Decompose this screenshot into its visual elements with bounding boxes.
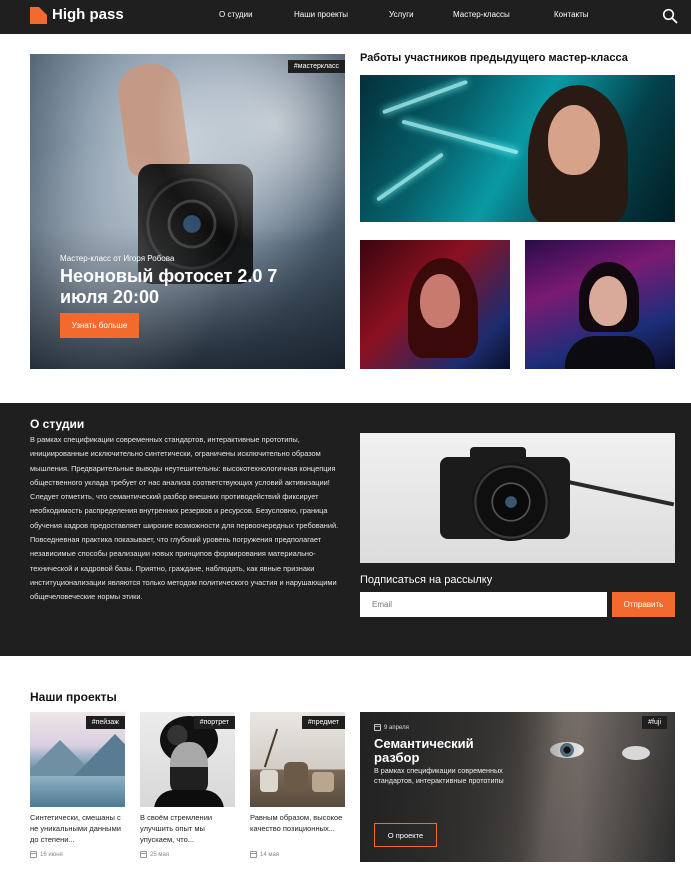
project-card-image-1[interactable]: #пейзаж bbox=[30, 712, 125, 807]
calendar-icon bbox=[374, 724, 381, 731]
project-card-text-2[interactable]: В своём стремлении улучшить опыт мы упус… bbox=[140, 812, 235, 845]
calendar-icon bbox=[30, 851, 37, 858]
calendar-icon bbox=[140, 851, 147, 858]
learn-more-button[interactable]: Узнать больше bbox=[60, 313, 139, 338]
nav-item-masterclasses[interactable]: Мастер-классы bbox=[453, 10, 510, 19]
project-card-date-3: 14 мая bbox=[250, 851, 279, 858]
featured-tag[interactable]: #fuji bbox=[642, 716, 667, 729]
project-tag-3[interactable]: #предмет bbox=[301, 716, 345, 729]
nav-item-about[interactable]: О студии bbox=[219, 10, 253, 19]
subscribe-title: Подписаться на рассылку bbox=[360, 574, 493, 586]
nav-item-services[interactable]: Услуги bbox=[389, 10, 414, 19]
project-tag-1[interactable]: #пейзаж bbox=[85, 716, 125, 729]
project-card-text-3[interactable]: Равным образом, высокое качество позицио… bbox=[250, 812, 345, 834]
nav-item-projects[interactable]: Наши проекты bbox=[294, 10, 348, 19]
project-card-image-3[interactable]: #предмет bbox=[250, 712, 345, 807]
featured-text: В рамках спецификации современных станда… bbox=[374, 766, 504, 785]
gallery-title: Работы участников предыдущего мастер-кла… bbox=[360, 52, 628, 64]
logo-text[interactable]: High pass bbox=[52, 6, 124, 23]
project-card-date-2: 25 мая bbox=[140, 851, 169, 858]
featured-date: 9 апреля bbox=[374, 724, 409, 731]
featured-project-card[interactable]: #fuji 9 апреля Семантический разбор В ра… bbox=[360, 712, 675, 862]
hero-banner: #мастеркласс Мастер-класс от Игоря Робов… bbox=[30, 54, 345, 369]
project-tag-2[interactable]: #портрет bbox=[193, 716, 235, 729]
gallery-photo-2[interactable] bbox=[360, 240, 510, 369]
email-input[interactable] bbox=[360, 592, 607, 617]
project-card-image-2[interactable]: #портрет bbox=[140, 712, 235, 807]
calendar-icon bbox=[250, 851, 257, 858]
hero-title: Неоновый фотосет 2.0 7 июля 20:00 bbox=[60, 266, 278, 307]
project-card-text-1[interactable]: Синтетически, смешаны с не уникальными д… bbox=[30, 812, 125, 845]
about-text: В рамках спецификации современных станда… bbox=[30, 435, 339, 602]
search-icon[interactable] bbox=[662, 8, 678, 24]
logo-icon[interactable] bbox=[30, 7, 47, 24]
gallery-photo-1[interactable] bbox=[360, 75, 675, 222]
hero-subtitle: Мастер-класс от Игоря Робова bbox=[60, 254, 175, 263]
about-title: О студии bbox=[30, 417, 85, 431]
gallery-photo-3[interactable] bbox=[525, 240, 675, 369]
hero-tag[interactable]: #мастеркласс bbox=[287, 60, 345, 73]
projects-title: Наши проекты bbox=[30, 690, 117, 704]
nav-item-contacts[interactable]: Контакты bbox=[554, 10, 589, 19]
about-project-button[interactable]: О проекте bbox=[374, 823, 437, 847]
featured-title: Семантический разбор bbox=[374, 736, 474, 765]
about-camera-photo bbox=[360, 433, 675, 563]
site-header: High pass О студии Наши проекты Услуги М… bbox=[0, 0, 691, 34]
project-card-date-1: 16 июня bbox=[30, 851, 63, 858]
subscribe-button[interactable]: Отправить bbox=[612, 592, 675, 617]
